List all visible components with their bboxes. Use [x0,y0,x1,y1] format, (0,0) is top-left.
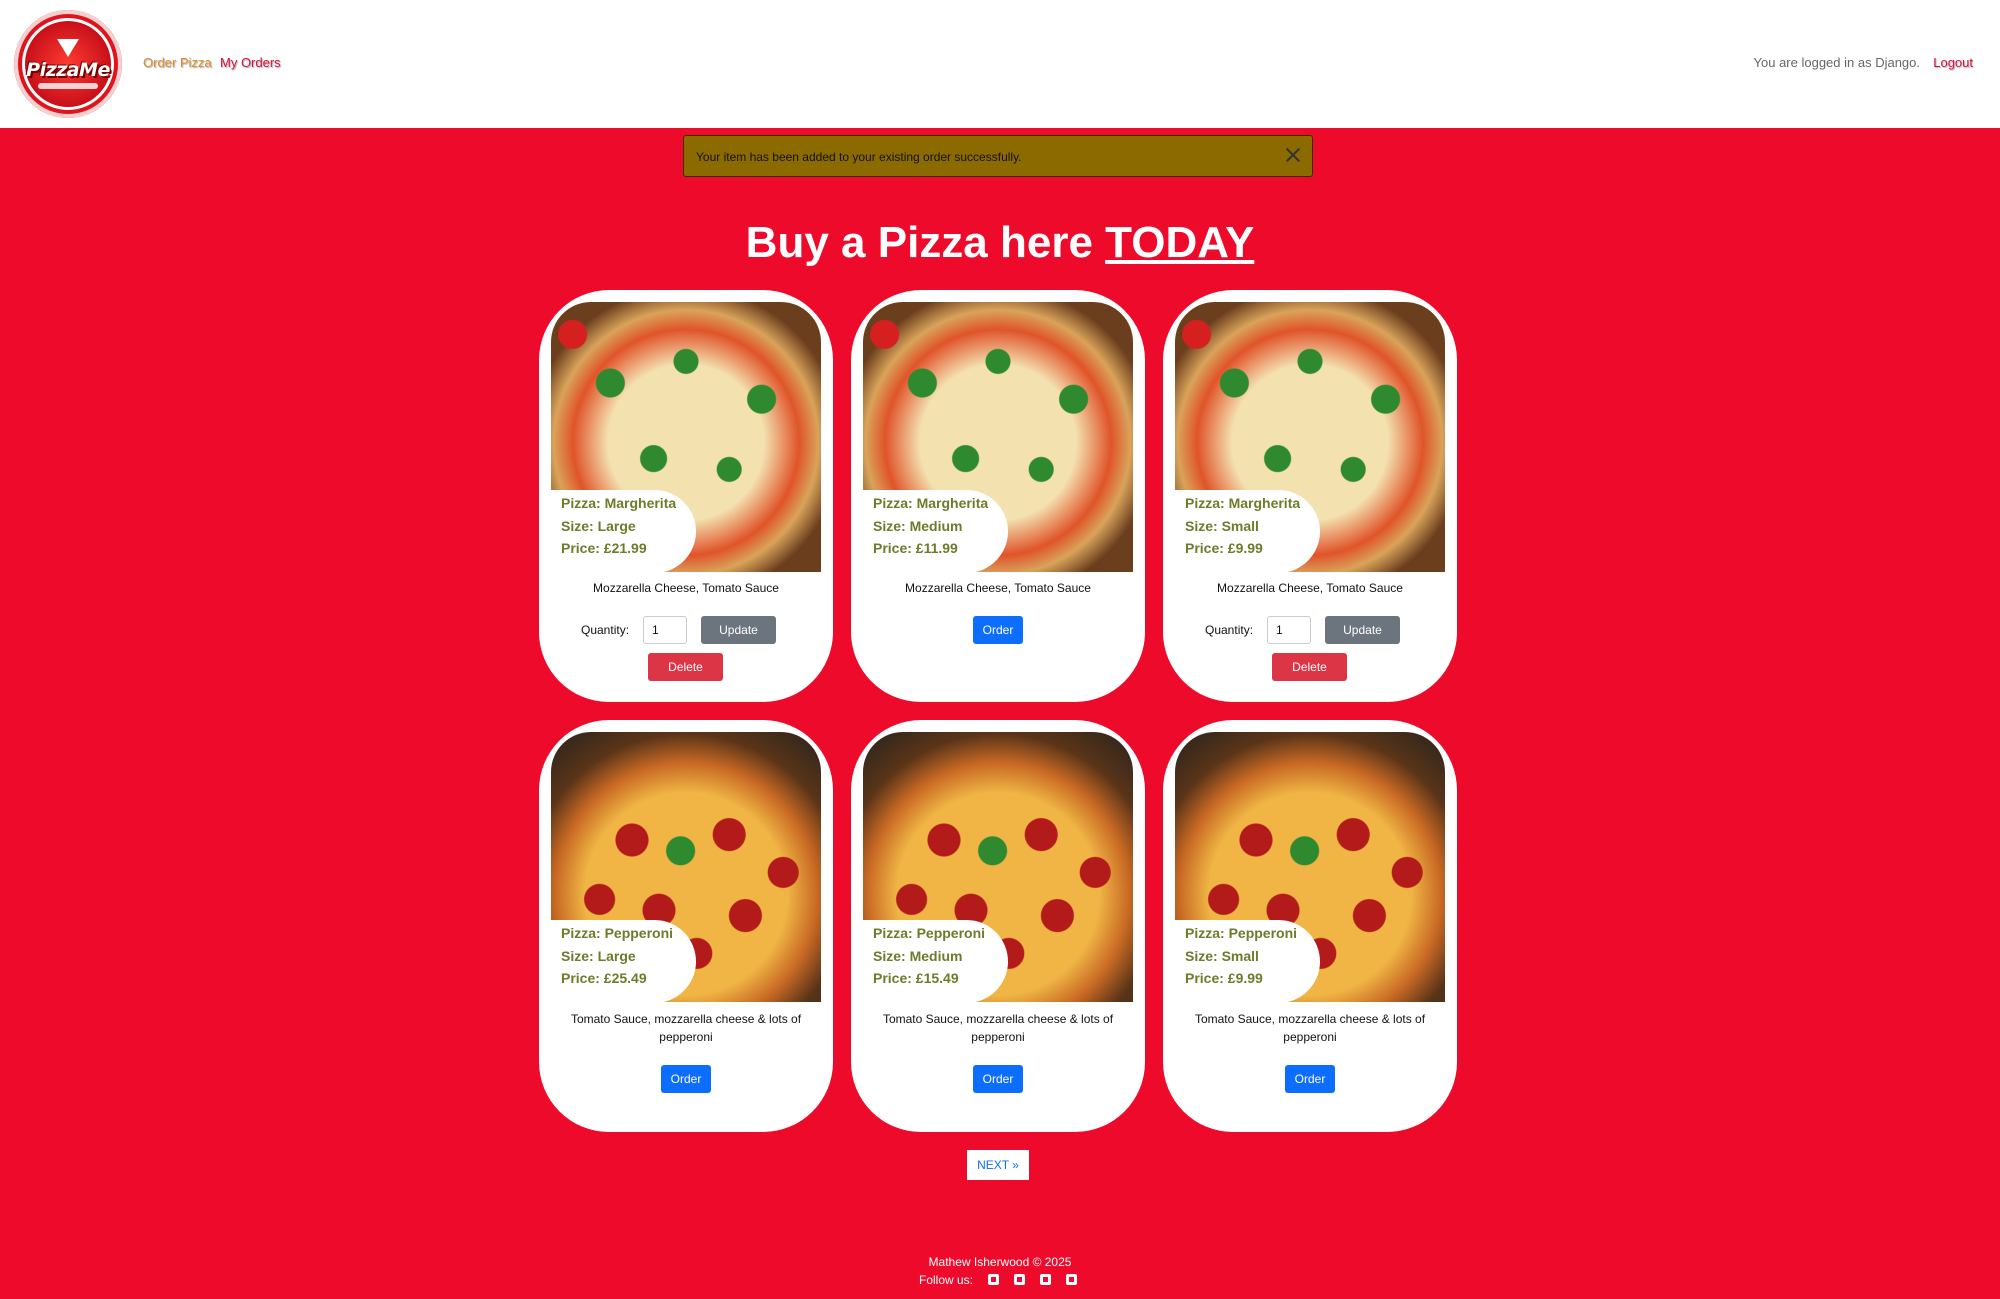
brand-name: PizzaMe [26,59,110,81]
brand-logo[interactable]: PizzaMe [14,10,122,118]
quantity-label: Quantity: [1205,623,1254,637]
youtube-icon[interactable] [1066,1274,1077,1285]
pizza-price: Price: £9.99 [1185,970,1263,986]
pizza-size: Size: Medium [873,517,963,534]
footer-copyright: Mathew Isherwood © 2025 [928,1255,1072,1269]
pizza-size: Size: Small [1185,517,1259,534]
pizza-image: Pizza: Margherita Size: Small Price: £9.… [1175,302,1445,572]
pizza-size: Size: Large [561,517,636,534]
update-button[interactable]: Update [1325,616,1400,644]
page-title: Buy a Pizza here TODAY [0,218,2000,268]
pizza-price: Price: £9.99 [1185,540,1263,556]
page-title-emphasis: TODAY [1105,218,1255,267]
pizza-description: Mozzarella Cheese, Tomato Sauce [905,581,1091,595]
pizza-description: Tomato Sauce, mozzarella cheese & lots o… [1194,1012,1426,1044]
quantity-label: Quantity: [581,623,630,637]
facebook-icon[interactable] [988,1274,999,1285]
footer-follow-label: Follow us: [919,1273,974,1287]
pizza-card: Pizza: Margherita Size: Medium Price: £1… [851,290,1145,702]
pizza-description: Mozzarella Cheese, Tomato Sauce [593,581,779,595]
delete-button[interactable]: Delete [648,653,723,681]
pizza-slice-icon [57,39,79,57]
pizza-name: Pizza: Margherita [873,495,989,511]
pizza-info: Pizza: Pepperoni Size: Medium Price: £15… [863,920,1008,1002]
pizza-image: Pizza: Pepperoni Size: Small Price: £9.9… [1175,732,1445,1002]
pizza-info: Pizza: Margherita Size: Large Price: £21… [551,490,696,572]
login-status: You are logged in as Django. [1753,55,1920,70]
pizza-price: Price: £11.99 [873,540,958,556]
order-button[interactable]: Order [973,616,1023,644]
logo-underline [38,83,98,89]
pizza-price: Price: £21.99 [561,540,647,556]
pizza-description: Tomato Sauce, mozzarella cheese & lots o… [882,1012,1114,1044]
pizza-card: Pizza: Margherita Size: Small Price: £9.… [1163,290,1457,702]
order-button[interactable]: Order [661,1065,711,1093]
pizza-image: Pizza: Pepperoni Size: Medium Price: £15… [863,732,1133,1002]
pizza-image: Pizza: Margherita Size: Large Price: £21… [551,302,821,572]
pizza-card: Pizza: Pepperoni Size: Medium Price: £15… [851,720,1145,1132]
pizza-name: Pizza: Pepperoni [1185,925,1298,941]
pizza-image: Pizza: Pepperoni Size: Large Price: £25.… [551,732,821,1002]
logout-link[interactable]: Logout [1933,55,1973,70]
pizza-info: Pizza: Pepperoni Size: Small Price: £9.9… [1175,920,1320,1002]
close-icon[interactable] [1284,146,1302,164]
pizza-card: Pizza: Margherita Size: Large Price: £21… [539,290,833,702]
instagram-icon[interactable] [1040,1274,1051,1285]
update-button[interactable]: Update [701,616,776,644]
pizza-size: Size: Small [1185,947,1259,964]
pizza-name: Pizza: Margherita [1185,495,1301,511]
pizza-card: Pizza: Pepperoni Size: Small Price: £9.9… [1163,720,1457,1132]
pizza-info: Pizza: Margherita Size: Medium Price: £1… [863,490,1008,572]
order-button[interactable]: Order [1285,1065,1335,1093]
pizza-size: Size: Large [561,947,636,964]
pizza-name: Pizza: Pepperoni [561,925,674,941]
page-title-prefix: Buy a Pizza here [745,218,1106,267]
pizza-info: Pizza: Margherita Size: Small Price: £9.… [1175,490,1320,572]
pizza-description: Mozzarella Cheese, Tomato Sauce [1217,581,1403,595]
pizza-image: Pizza: Margherita Size: Medium Price: £1… [863,302,1133,572]
logo-badge: PizzaMe [22,18,114,110]
quantity-input[interactable] [643,616,687,644]
success-alert: Your item has been added to your existin… [683,135,1313,177]
pizza-price: Price: £15.49 [873,970,959,986]
twitter-icon[interactable] [1014,1274,1025,1285]
nav-order-pizza-link[interactable]: Order Pizza [143,55,212,70]
pizza-card: Pizza: Pepperoni Size: Large Price: £25.… [539,720,833,1132]
delete-button[interactable]: Delete [1272,653,1347,681]
pizza-price: Price: £25.49 [561,970,647,986]
pizza-size: Size: Medium [873,947,963,964]
quantity-input[interactable] [1267,616,1311,644]
alert-message: Your item has been added to your existin… [696,150,1022,164]
pizza-description: Tomato Sauce, mozzarella cheese & lots o… [570,1012,802,1044]
nav-my-orders-link[interactable]: My Orders [220,55,281,70]
pizza-info: Pizza: Pepperoni Size: Large Price: £25.… [551,920,696,1002]
next-page-button[interactable]: NEXT » [967,1150,1029,1180]
order-button[interactable]: Order [973,1065,1023,1093]
pizza-name: Pizza: Margherita [561,495,677,511]
pizza-name: Pizza: Pepperoni [873,925,986,941]
navbar: PizzaMe Order Pizza My Orders You are lo… [0,0,2000,128]
